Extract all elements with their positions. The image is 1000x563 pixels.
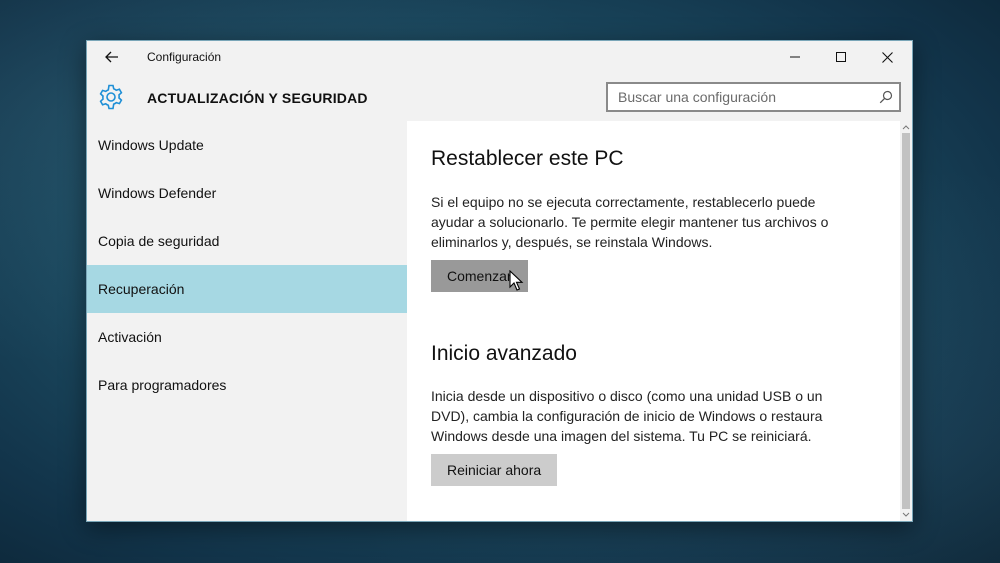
sidebar-item-developers[interactable]: Para programadores	[87, 361, 407, 409]
back-arrow-icon	[105, 51, 118, 63]
sidebar: Windows Update Windows Defender Copia de…	[87, 121, 407, 521]
scroll-down-button[interactable]	[900, 509, 912, 521]
restart-now-button[interactable]: Reiniciar ahora	[431, 454, 558, 486]
scroll-thumb[interactable]	[902, 133, 910, 509]
advanced-startup-description: Inicia desde un dispositivo o disco (com…	[431, 388, 823, 444]
back-button[interactable]	[99, 45, 125, 69]
search-icon[interactable]	[879, 90, 893, 104]
chevron-down-icon	[902, 512, 910, 517]
scroll-up-button[interactable]	[900, 121, 912, 133]
main-content: Restablecer este PC Si el equipo no se e…	[407, 121, 900, 521]
settings-window: Configuración ACTUALIZACIÓN Y SEGURIDAD	[86, 40, 913, 522]
chevron-up-icon	[902, 125, 910, 130]
gear-icon	[99, 84, 123, 110]
scrollbar[interactable]	[900, 121, 912, 521]
reset-pc-description: Si el equipo no se ejecuta correctamente…	[431, 194, 829, 250]
title-bar: Configuración	[87, 41, 912, 73]
sidebar-item-windows-update[interactable]: Windows Update	[87, 121, 407, 169]
sidebar-item-recovery[interactable]: Recuperación	[87, 265, 407, 313]
search-box[interactable]	[606, 82, 901, 112]
minimize-button[interactable]	[772, 41, 818, 73]
minimize-icon	[790, 56, 800, 58]
page-header: ACTUALIZACIÓN Y SEGURIDAD	[87, 73, 912, 121]
maximize-icon	[836, 52, 846, 62]
sidebar-item-backup[interactable]: Copia de seguridad	[87, 217, 407, 265]
sidebar-item-activation[interactable]: Activación	[87, 313, 407, 361]
page-title: ACTUALIZACIÓN Y SEGURIDAD	[147, 90, 368, 106]
mouse-cursor-icon	[509, 270, 524, 291]
close-icon	[881, 51, 893, 63]
reset-pc-title: Restablecer este PC	[431, 147, 624, 170]
close-button[interactable]	[864, 41, 910, 73]
search-input[interactable]	[608, 84, 878, 110]
advanced-startup-title: Inicio avanzado	[431, 342, 577, 365]
maximize-button[interactable]	[818, 41, 864, 73]
window-title: Configuración	[147, 50, 222, 64]
sidebar-item-windows-defender[interactable]: Windows Defender	[87, 169, 407, 217]
